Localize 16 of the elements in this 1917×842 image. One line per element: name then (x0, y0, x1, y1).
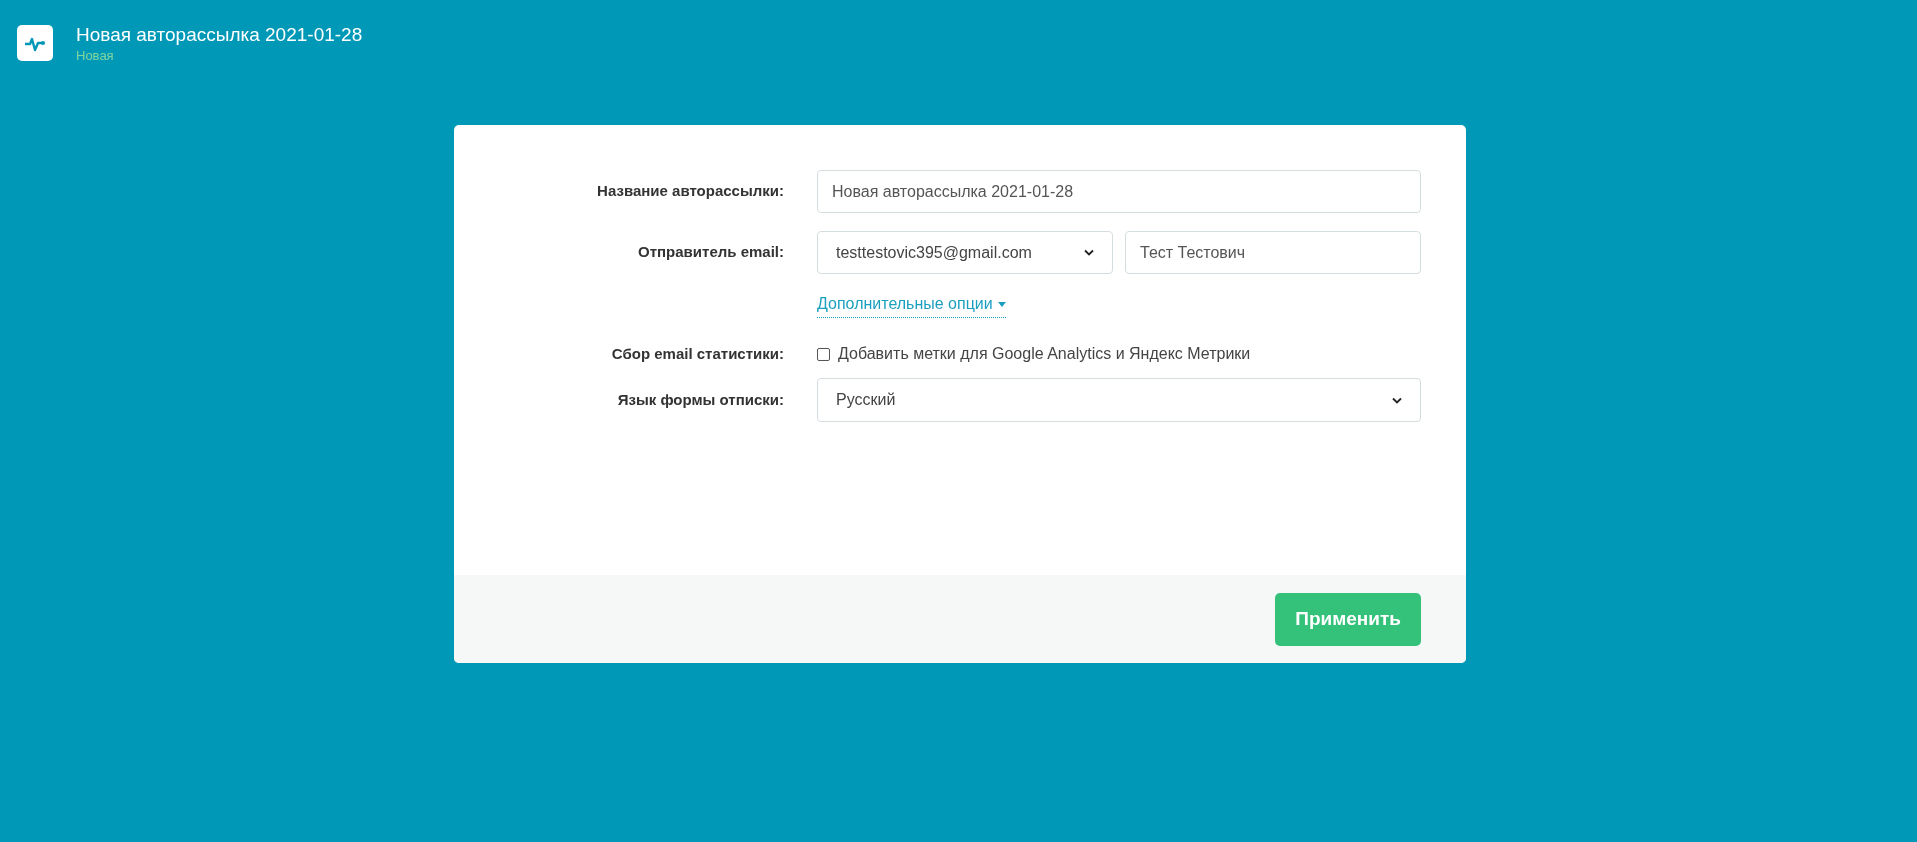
status-label: Новая (76, 48, 115, 64)
chevron-down-icon (1392, 396, 1402, 404)
field-label: Язык формы отписки: (617, 389, 784, 410)
sender-email-select[interactable]: testtestovic395@gmail.com (817, 231, 1113, 274)
checkbox[interactable] (817, 347, 830, 361)
campaign-name-input[interactable]: Новая авторассылка 2021-01-28 (817, 170, 1421, 213)
language-select[interactable]: Русский (817, 378, 1421, 422)
field-label: Отправитель email: (638, 242, 784, 263)
page-title: Новая авторассылка 2021-01-28 (76, 23, 363, 47)
app-logo-icon (17, 25, 53, 61)
field-label: Название авторассылки: (597, 181, 784, 202)
checkbox-label: Добавить метки для Google Analytics и Яндекс Метрики (838, 344, 1251, 364)
chevron-down-icon (1084, 249, 1094, 256)
caret-icon (997, 301, 1006, 307)
field-label: Сбор email статистики: (611, 343, 784, 364)
sender-name-input[interactable]: Тест Тестович (1125, 231, 1421, 274)
